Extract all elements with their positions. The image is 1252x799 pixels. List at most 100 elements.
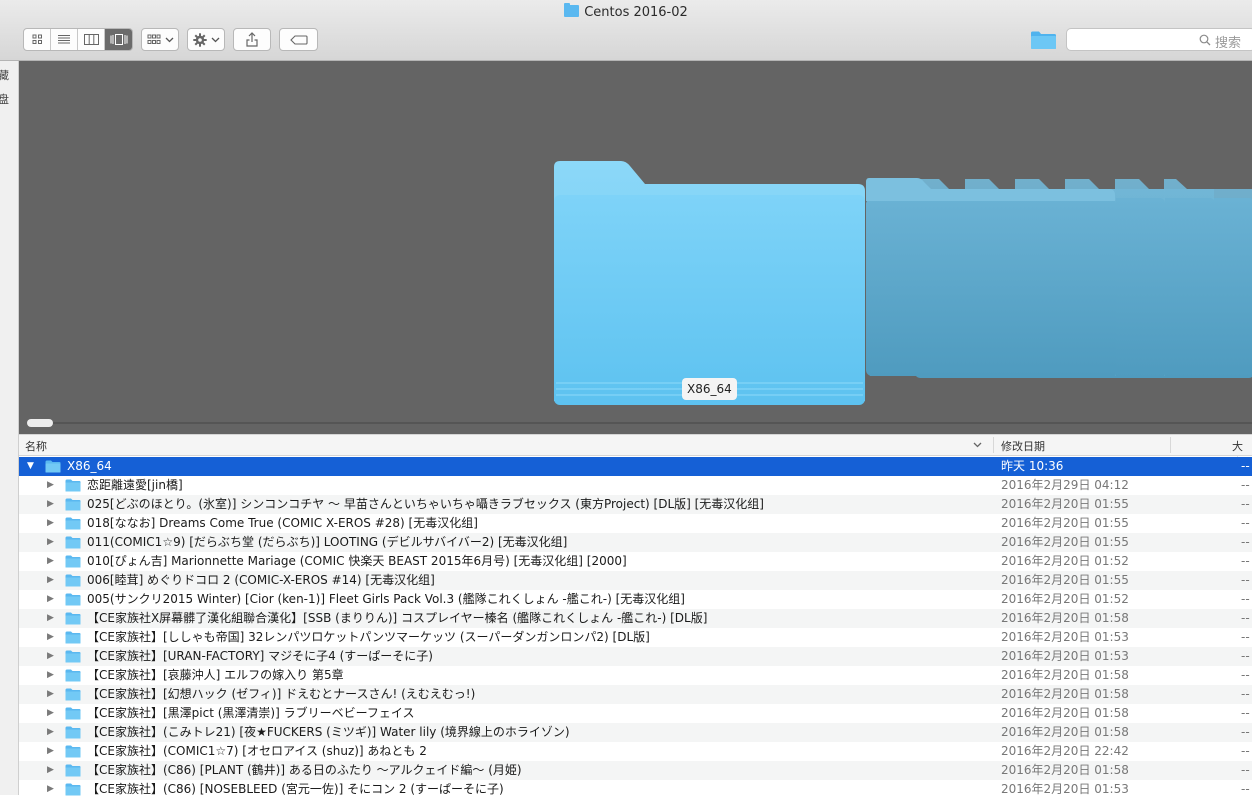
file-row[interactable]: ▶ 018[ななお] Dreams Come True (COMIC X-EROS… [19, 514, 1252, 533]
file-size: -- [1241, 687, 1250, 701]
file-size: -- [1241, 763, 1250, 777]
cover-flow-view-button[interactable] [105, 29, 132, 50]
window-title-text: Centos 2016-02 [584, 5, 688, 20]
share-button[interactable] [233, 28, 271, 51]
modified-date: 昨天 10:36 [1001, 459, 1064, 473]
folder-icon [65, 555, 81, 568]
file-name: 025[どぶのほとり。(氷室)] シンコンコチヤ ～ 早苗さんといちゃいちゃ囁き… [87, 497, 764, 511]
file-size: -- [1241, 497, 1250, 511]
cover-flow-scrollbar[interactable] [27, 419, 1252, 427]
file-row[interactable]: ▶ 【CE家族社X屏幕髒了漢化組聯合漢化】[SSB (まりりん)] コスプレイヤー… [19, 609, 1252, 628]
file-row[interactable]: ▶ 【CE家族社】(こみトレ21) [夜★FUCKERS (ミツギ)] Water… [19, 723, 1252, 742]
file-size: -- [1241, 535, 1250, 549]
search-field[interactable]: 搜索 [1066, 28, 1252, 51]
file-row[interactable]: ▶ 【CE家族社】(C86) [NOSEBLEED (宮元一佐)] そにコン 2 … [19, 780, 1252, 799]
file-row[interactable]: ▶ 恋距離遠愛[jin橋] 2016年2月29日 04:12 -- [19, 476, 1252, 495]
file-row[interactable]: ▶ 【CE家族社】(C86) [PLANT (鶴井)] ある日のふたり ～アルクェ… [19, 761, 1252, 780]
disclosure-triangle-icon[interactable]: ▶ [47, 552, 54, 571]
scroll-thumb[interactable] [27, 419, 53, 427]
grid-icon [32, 34, 42, 44]
folder-icon [65, 574, 81, 587]
file-name: 【CE家族社X屏幕髒了漢化組聯合漢化】[SSB (まりりん)] コスプレイヤー榛… [87, 611, 708, 625]
disclosure-triangle-icon[interactable]: ▶ [47, 514, 54, 533]
file-row[interactable]: ▶ 025[どぶのほとり。(氷室)] シンコンコチヤ ～ 早苗さんといちゃいちゃ囁… [19, 495, 1252, 514]
file-name: 【CE家族社】(C86) [PLANT (鶴井)] ある日のふたり ～アルクェイ… [87, 763, 522, 777]
side-folder[interactable] [866, 178, 1116, 376]
file-name: 【CE家族社】(C86) [NOSEBLEED (宮元一佐)] そにコン 2 (… [87, 782, 504, 796]
column-header-name[interactable]: 名称 [25, 438, 47, 454]
disclosure-triangle-icon[interactable]: ▶ [47, 571, 54, 590]
file-size: -- [1241, 554, 1250, 568]
file-row[interactable]: ▶ 006[睦茸] めぐりドコロ 2 (COMIC-X-EROS #14) [无毒… [19, 571, 1252, 590]
sidebar-label-disk[interactable]: 盘 [0, 91, 9, 107]
file-size: -- [1241, 649, 1250, 663]
file-size: -- [1241, 782, 1250, 796]
column-divider[interactable] [993, 437, 994, 453]
file-row[interactable]: ▶ 【CE家族社】[URAN-FACTORY] マジそに子4 (すーぱーそに子) 2… [19, 647, 1252, 666]
disclosure-triangle-icon[interactable]: ▶ [47, 723, 54, 742]
folder-icon [65, 745, 81, 758]
folder-icon [65, 688, 81, 701]
list-view-button[interactable] [51, 29, 78, 50]
tag-icon [289, 34, 308, 45]
file-row[interactable]: ▶ 【CE家族社】[ししゃも帝国] 32レンパツロケットパンツマーケッツ (スーパ… [19, 628, 1252, 647]
folder-icon [65, 707, 81, 720]
cover-flow-pane[interactable]: X86_64 [19, 61, 1252, 434]
file-size: -- [1241, 611, 1250, 625]
arrange-menu-button[interactable] [141, 28, 179, 51]
disclosure-triangle-icon[interactable]: ▶ [47, 476, 54, 495]
modified-date: 2016年2月20日 22:42 [1001, 744, 1129, 758]
file-row[interactable]: ▼ X86_64 昨天 10:36 -- [19, 457, 1252, 476]
disclosure-triangle-icon[interactable]: ▶ [47, 742, 54, 761]
window-title: Centos 2016-02 [0, 3, 1252, 22]
modified-date: 2016年2月20日 01:58 [1001, 725, 1129, 739]
disclosure-triangle-icon[interactable]: ▶ [47, 609, 54, 628]
column-header-date[interactable]: 修改日期 [1001, 438, 1045, 454]
disclosure-triangle-icon[interactable]: ▶ [47, 590, 54, 609]
folder-icon [564, 3, 580, 17]
file-row[interactable]: ▶ 【CE家族社】[黒澤pict (黒澤清崇)] ラブリーベビーフェイス 2016年… [19, 704, 1252, 723]
sidebar-label-favorites[interactable]: 藏 [0, 67, 9, 83]
sidebar: 藏 盘 [0, 61, 19, 795]
disclosure-triangle-icon[interactable]: ▶ [47, 666, 54, 685]
file-row[interactable]: ▶ 011(COMIC1☆9) [だらぶち堂 (だらぶち)] LOOTING (デ… [19, 533, 1252, 552]
folder-icon [45, 460, 61, 473]
chevron-down-icon [211, 37, 219, 42]
disclosure-triangle-icon[interactable]: ▶ [47, 533, 54, 552]
file-size: -- [1241, 668, 1250, 682]
tags-button[interactable] [279, 28, 318, 51]
disclosure-triangle-icon[interactable]: ▶ [47, 495, 54, 514]
file-size: -- [1241, 573, 1250, 587]
sort-chevron-icon[interactable] [973, 442, 982, 448]
icon-view-button[interactable] [24, 29, 51, 50]
disclosure-triangle-icon[interactable]: ▶ [47, 704, 54, 723]
file-row[interactable]: ▶ 【CE家族社】[幻想ハック (ゼフィ)] ドえむとナースさん! (えむえむっ!… [19, 685, 1252, 704]
file-name: 【CE家族社】[ししゃも帝国] 32レンパツロケットパンツマーケッツ (スーパー… [87, 630, 650, 644]
disclosure-triangle-icon[interactable]: ▶ [47, 685, 54, 704]
folder-path-icon[interactable] [1030, 30, 1057, 50]
folder-icon [65, 669, 81, 682]
column-divider[interactable] [1170, 437, 1171, 453]
file-name: 【CE家族社】[幻想ハック (ゼフィ)] ドえむとナースさん! (えむえむっ!) [87, 687, 476, 701]
gear-icon [192, 32, 207, 47]
file-row[interactable]: ▶ 【CE家族社】(COMIC1☆7) [オセロアイス (shuz)] あねとも … [19, 742, 1252, 761]
column-view-button[interactable] [78, 29, 105, 50]
selected-folder[interactable] [554, 161, 865, 405]
folder-icon [65, 764, 81, 777]
file-row[interactable]: ▶ 【CE家族社】[哀藤沖人] エルフの嫁入り 第5章 2016年2月20日 01:… [19, 666, 1252, 685]
cover-flow-title: X86_64 [682, 378, 737, 400]
file-row[interactable]: ▶ 010[ぴょん吉] Marionnette Mariage (COMIC 快楽… [19, 552, 1252, 571]
file-size: -- [1241, 478, 1250, 492]
action-menu-button[interactable] [187, 28, 225, 51]
share-icon [246, 32, 258, 47]
file-size: -- [1241, 706, 1250, 720]
disclosure-triangle-icon[interactable]: ▶ [47, 780, 54, 799]
folder-icon [65, 612, 81, 625]
disclosure-expanded-icon[interactable]: ▼ [27, 457, 34, 476]
folder-icon [65, 479, 81, 492]
file-size: -- [1241, 516, 1250, 530]
disclosure-triangle-icon[interactable]: ▶ [47, 647, 54, 666]
disclosure-triangle-icon[interactable]: ▶ [47, 761, 54, 780]
disclosure-triangle-icon[interactable]: ▶ [47, 628, 54, 647]
file-row[interactable]: ▶ 005(サンクリ2015 Winter) [Cior (ken-1)] Fle… [19, 590, 1252, 609]
